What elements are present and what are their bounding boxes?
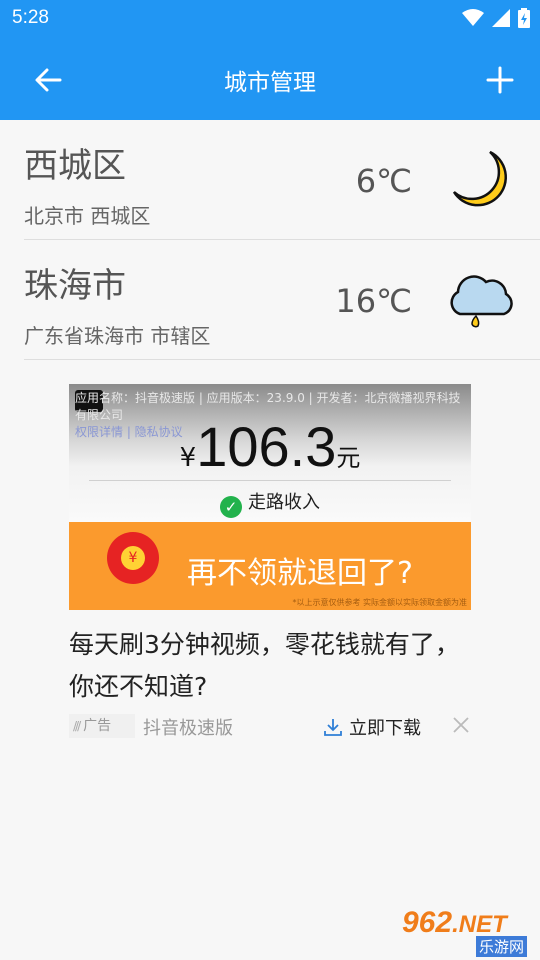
moon-icon (452, 150, 507, 207)
cloud-rain-icon (450, 275, 513, 328)
battery-icon (518, 8, 530, 28)
status-time: 5:28 (12, 7, 49, 28)
red-envelope-icon: ¥ (107, 532, 159, 584)
download-icon (324, 719, 342, 736)
divider (89, 480, 451, 481)
ad-headline[interactable]: 每天刷3分钟视频，零花钱就有了，你还不知道? (69, 624, 469, 708)
check-icon: ✓ (220, 496, 242, 518)
ad-slogan: 再不领就退回了? (187, 556, 413, 591)
ad-mark-icon: /// (73, 719, 81, 733)
city-item-xicheng[interactable]: 西城区 北京市 西城区 6℃ (0, 120, 540, 240)
ad-footer: ///广告 抖音极速版 立即下载 (69, 712, 471, 742)
city-name: 西城区 (24, 146, 126, 186)
ad-source: 抖音极速版 (143, 718, 233, 739)
ad-amount: ¥106.3元 (179, 415, 361, 478)
city-region: 北京市 西城区 (24, 204, 151, 228)
ad-walk-income: ✓ 走路收入 (69, 488, 471, 518)
signal-icon (492, 9, 510, 27)
ad-fine-print: *以上示意仅供参考 实际金额以实际领取金额为准 (292, 598, 467, 607)
status-bar: 5:28 (0, 0, 540, 38)
app-bar: 城市管理 (0, 38, 540, 120)
city-temperature: 16℃ (335, 282, 412, 320)
page-title: 城市管理 (224, 70, 316, 96)
add-icon[interactable] (482, 62, 518, 98)
city-region: 广东省珠海市 市辖区 (24, 324, 211, 348)
city-item-zhuhai[interactable]: 珠海市 广东省珠海市 市辖区 16℃ (0, 240, 540, 360)
city-temperature: 6℃ (355, 162, 412, 200)
divider (24, 359, 540, 360)
city-name: 珠海市 (24, 266, 126, 306)
wifi-icon (462, 9, 484, 26)
ad-banner[interactable]: 应用名称：抖音极速版 | 应用版本：23.9.0 | 开发者：北京微播视界科技有… (69, 384, 471, 610)
close-icon[interactable] (451, 715, 471, 735)
ad-amount-value: 106.3 (196, 415, 337, 478)
download-button[interactable]: 立即下载 (323, 714, 421, 740)
ad-tag: ///广告 (69, 714, 135, 738)
watermark-logo: 962.NET 乐游网 (402, 906, 534, 957)
